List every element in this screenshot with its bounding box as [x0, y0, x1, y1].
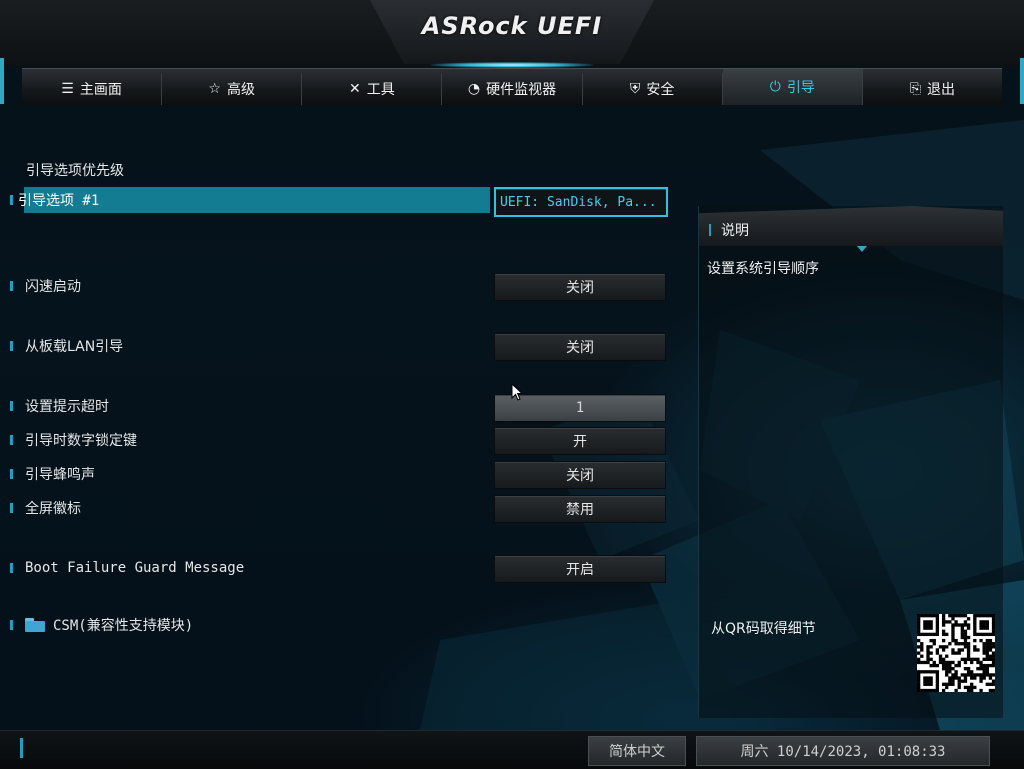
description-panel: 说明 设置系统引导顺序 从QR码取得细节: [698, 206, 1003, 718]
tab-label: 退出: [927, 82, 956, 98]
tab-label: 硬件监视器: [486, 82, 557, 98]
section-title: 引导选项优先级: [26, 163, 124, 179]
description-notch: [857, 246, 867, 252]
tab-label: 安全: [646, 82, 675, 98]
row-marker: [10, 195, 13, 205]
row-marker: [10, 341, 13, 351]
setup-prompt-timeout-row[interactable]: 设置提示超时: [10, 393, 109, 419]
boot-option-1-value[interactable]: UEFI: SanDisk, Pa...: [494, 187, 668, 217]
tab-security[interactable]: ⛨ 安全: [583, 73, 723, 105]
list-icon: ☰: [61, 81, 74, 97]
boot-failure-guard-value[interactable]: 开启: [494, 555, 666, 583]
tab-tools[interactable]: ✕ 工具: [302, 73, 443, 105]
language-button[interactable]: 简体中文: [588, 736, 686, 766]
asrock-uefi-logo: ASRock UEFI: [421, 12, 603, 40]
datetime-display: 周六 10/14/2023, 01:08:33: [696, 736, 990, 766]
row-marker: [10, 281, 13, 291]
right-accent: [1020, 58, 1024, 104]
tab-exit[interactable]: ⎘ 退出: [863, 73, 1002, 105]
row-marker: [10, 620, 13, 630]
mouse-cursor-icon: [511, 382, 524, 405]
shield-icon: ⛨: [629, 81, 641, 97]
boot-failure-guard-label: Boot Failure Guard Message: [25, 560, 245, 576]
qr-code-graphic: [917, 614, 996, 693]
bootup-numlock-label: 引导时数字锁定键: [25, 433, 137, 449]
tab-advanced[interactable]: ☆ 高级: [162, 73, 303, 105]
tab-label: 高级: [226, 82, 255, 98]
onboard-lan-boot-label: 从板载LAN引导: [25, 339, 124, 355]
description-text: 设置系统引导顺序: [707, 261, 819, 277]
fast-boot-label: 闪速启动: [25, 279, 81, 295]
bootup-numlock-row[interactable]: 引导时数字锁定键: [10, 427, 137, 453]
row-marker: [10, 503, 13, 513]
tools-icon: ✕: [348, 81, 361, 97]
row-marker: [10, 435, 13, 445]
csm-label: CSM(兼容性支持模块): [53, 618, 194, 634]
exit-icon: ⎘: [909, 81, 922, 97]
fast-boot-value[interactable]: 关闭: [494, 273, 666, 301]
boot-beep-value[interactable]: 关闭: [494, 461, 666, 489]
description-title: 说明: [709, 220, 749, 240]
footer-marker: [20, 738, 23, 758]
description-title-text: 说明: [721, 223, 749, 239]
tab-label: 工具: [366, 82, 395, 98]
csm-submenu-row[interactable]: CSM(兼容性支持模块): [10, 612, 193, 638]
full-screen-logo-label: 全屏徽标: [25, 501, 81, 517]
boot-option-1-label: 引导选项 #1: [18, 193, 100, 209]
setup-prompt-timeout-label: 设置提示超时: [25, 399, 109, 415]
full-screen-logo-row[interactable]: 全屏徽标: [10, 495, 81, 521]
qr-code: [917, 614, 996, 693]
tab-label: 主画面: [79, 82, 122, 98]
power-icon: ⏻: [769, 79, 781, 95]
folder-icon: [25, 618, 45, 632]
title-marker: [709, 224, 711, 236]
tab-main[interactable]: ☰ 主画面: [22, 73, 163, 105]
left-accent: [0, 58, 4, 104]
tab-hardware-monitor[interactable]: ◔ 硬件监视器: [442, 73, 583, 105]
boot-option-1-row[interactable]: 引导选项 #1: [10, 187, 490, 213]
main-tabs: ☰ 主画面 ☆ 高级 ✕ 工具 ◔ 硬件监视器 ⛨ 安全 ⏻ 引导 ⎘ 退出: [22, 68, 1002, 105]
onboard-lan-boot-value[interactable]: 关闭: [494, 333, 666, 361]
tab-label: 引导: [786, 80, 815, 96]
star-icon: ☆: [208, 81, 221, 97]
boot-failure-guard-row[interactable]: Boot Failure Guard Message: [10, 555, 244, 581]
fast-boot-row[interactable]: 闪速启动: [10, 273, 81, 299]
row-marker: [10, 469, 13, 479]
monitor-icon: ◔: [467, 81, 481, 97]
full-screen-logo-value[interactable]: 禁用: [494, 495, 666, 523]
onboard-lan-boot-row[interactable]: 从板载LAN引导: [10, 333, 123, 359]
row-marker: [10, 401, 13, 411]
boot-beep-label: 引导蜂鸣声: [25, 467, 95, 483]
tab-boot[interactable]: ⏻ 引导: [722, 69, 863, 105]
row-marker: [10, 563, 13, 573]
qr-label: 从QR码取得细节: [711, 621, 816, 637]
boot-beep-row[interactable]: 引导蜂鸣声: [10, 461, 95, 487]
bootup-numlock-value[interactable]: 开: [494, 427, 666, 455]
